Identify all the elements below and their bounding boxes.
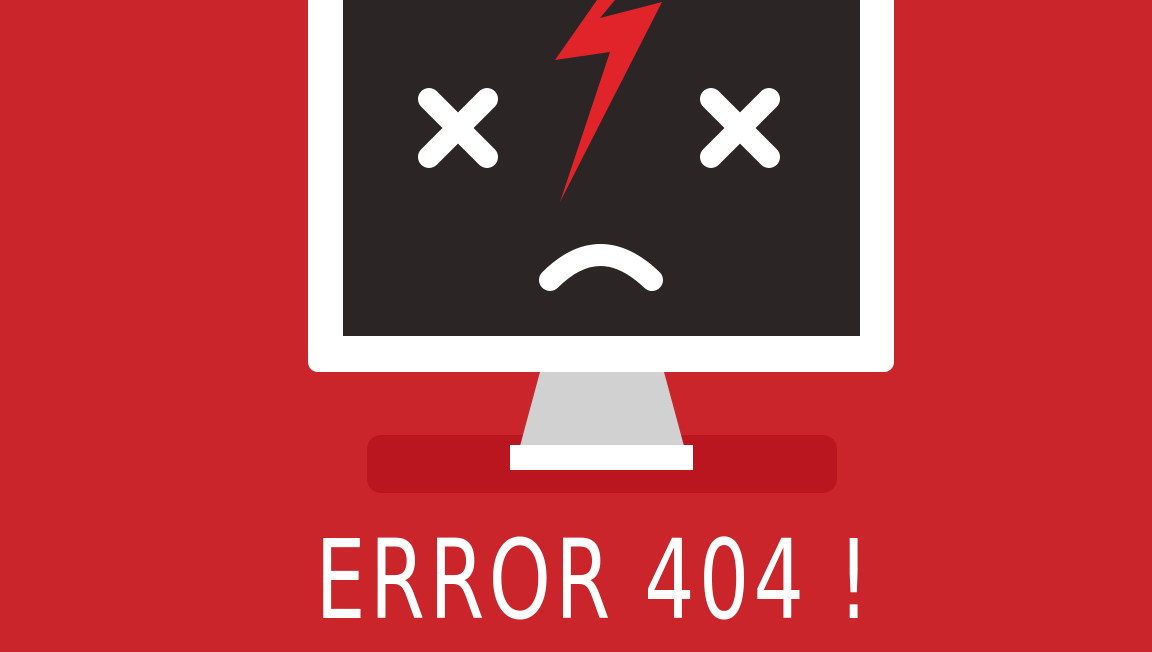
monitor-foot: [510, 445, 693, 470]
error-message: ERROR 404 !: [0, 525, 1152, 652]
error-heading: ERROR 404 !: [315, 525, 875, 644]
error-page: ERROR 404 !: [0, 0, 1152, 652]
monitor-stand: [520, 372, 684, 446]
